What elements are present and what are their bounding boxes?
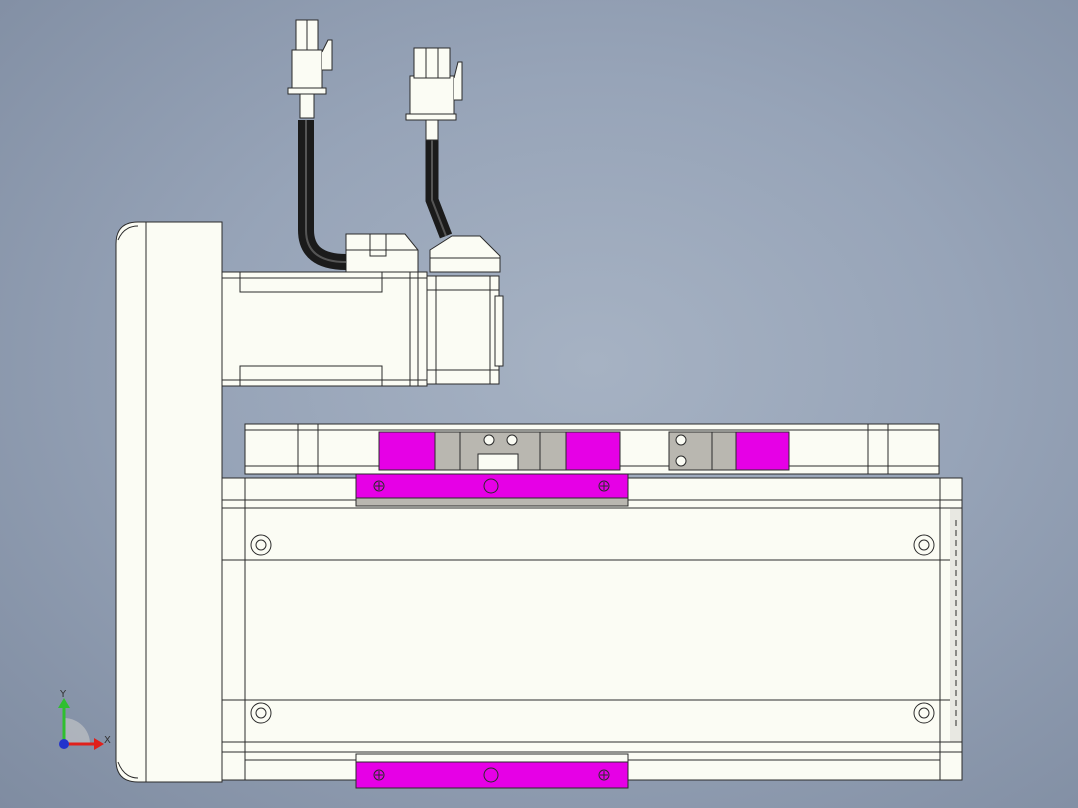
y-axis-label: Y [59, 689, 67, 700]
motor-connector-housing [345, 233, 501, 273]
bolt [250, 534, 272, 556]
cad-model-drawing[interactable]: Y X [0, 0, 1078, 808]
encoder-cap [426, 275, 504, 385]
x-axis-label: X [104, 735, 111, 746]
plug-connector-right [405, 47, 463, 121]
end-plate [115, 221, 223, 783]
motor-cable-right [425, 119, 453, 239]
bolt [913, 534, 935, 556]
linear-module-body [221, 477, 963, 781]
cad-viewport[interactable]: Y X [0, 0, 1078, 808]
limit-sensor-left [378, 431, 621, 471]
limit-sensor-right [668, 431, 790, 471]
coordinate-triad: Y X [58, 689, 111, 750]
carriage-plate-top [355, 473, 629, 507]
carriage-plate-bottom [355, 753, 629, 789]
motor-cable-left [298, 93, 347, 270]
bolt [913, 702, 935, 724]
plug-connector-left [287, 19, 333, 95]
bolt [250, 702, 272, 724]
motor-body [221, 271, 428, 387]
